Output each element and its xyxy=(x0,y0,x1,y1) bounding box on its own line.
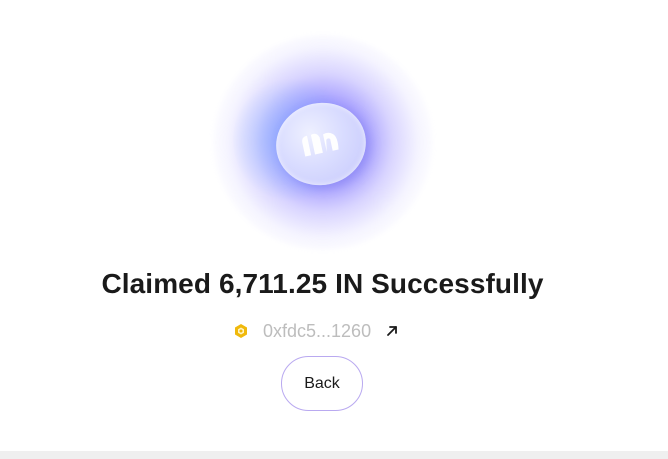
transaction-address-row: 0xfdc5...1260 xyxy=(233,319,399,343)
coin-illustration xyxy=(213,35,433,250)
claim-success-page: Claimed 6,711.25 IN Successfully 0xfdc5.… xyxy=(0,0,668,459)
bnb-chain-icon xyxy=(235,324,247,338)
in-logo-icon xyxy=(302,132,339,157)
wallet-address: 0xfdc5...1260 xyxy=(263,320,372,341)
bottom-divider xyxy=(0,451,668,459)
success-title: Claimed 6,711.25 IN Successfully xyxy=(101,268,544,299)
back-button[interactable]: Back xyxy=(281,356,363,411)
external-link-arrow-icon[interactable] xyxy=(385,324,399,338)
